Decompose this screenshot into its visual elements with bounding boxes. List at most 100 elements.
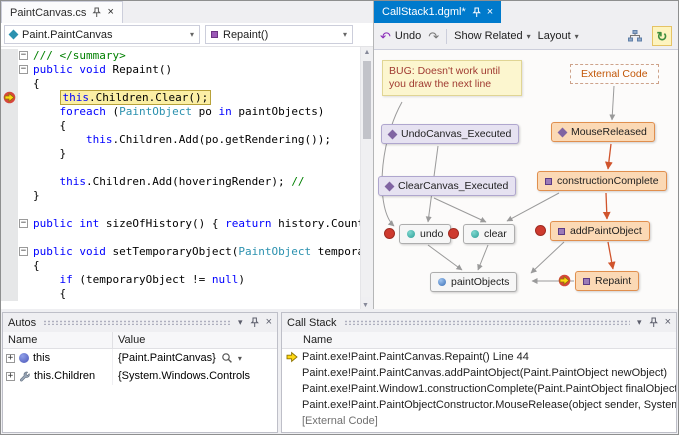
- dgml-canvas[interactable]: BUG: Doesn't work until you draw the nex…: [374, 50, 678, 309]
- code-line[interactable]: this.Children.Add(po.getRendering());: [1, 133, 360, 147]
- graph-node-MouseReleased[interactable]: MouseReleased: [551, 122, 655, 142]
- column-header-value[interactable]: Value: [113, 332, 277, 348]
- close-icon[interactable]: ×: [266, 317, 272, 328]
- code-line[interactable]: −/// </summary>: [1, 49, 360, 63]
- callstack-frame[interactable]: Paint.exe!Paint.Window1.constructionComp…: [282, 381, 676, 397]
- pin-icon[interactable]: [649, 317, 658, 328]
- breakpoint-margin[interactable]: [1, 161, 18, 175]
- breakpoint-margin[interactable]: [1, 189, 18, 203]
- code-line[interactable]: if (temporaryObject != null): [1, 273, 360, 287]
- tab-callstack-dgml[interactable]: CallStack1.dgml* ×: [374, 1, 501, 23]
- breakpoint-margin[interactable]: [1, 287, 18, 301]
- pin-icon[interactable]: [250, 317, 259, 328]
- frame-text: Paint.exe!Paint.Window1.constructionComp…: [302, 383, 676, 395]
- pin-icon[interactable]: [472, 7, 481, 18]
- code-line[interactable]: [1, 231, 360, 245]
- breakpoint-margin[interactable]: [1, 105, 18, 119]
- current-position-badge: [558, 274, 571, 287]
- callstack-frame[interactable]: [External Code]: [282, 413, 676, 429]
- code-line[interactable]: {: [1, 287, 360, 301]
- breakpoint-margin[interactable]: [1, 77, 18, 91]
- fold-margin[interactable]: −: [18, 245, 31, 259]
- collapse-region-icon[interactable]: −: [19, 65, 28, 74]
- breakpoint-margin[interactable]: [1, 273, 18, 287]
- code-line[interactable]: −public void setTemporaryObject(PaintObj…: [1, 245, 360, 259]
- sync-with-callstack-button[interactable]: ↻: [652, 26, 672, 46]
- window-position-icon[interactable]: ▾: [637, 318, 642, 327]
- fold-margin[interactable]: −: [18, 217, 31, 231]
- code-line[interactable]: −public int sizeOfHistory() { reaturn hi…: [1, 217, 360, 231]
- undo-button[interactable]: ↶ Undo: [380, 30, 421, 43]
- show-related-dropdown[interactable]: Show Related ▾: [454, 30, 531, 42]
- collapse-region-icon[interactable]: −: [19, 247, 28, 256]
- breakpoint-margin[interactable]: [1, 175, 18, 189]
- scroll-up-icon[interactable]: ▲: [361, 47, 373, 59]
- code-line[interactable]: [1, 203, 360, 217]
- tab-paintcanvas[interactable]: PaintCanvas.cs ×: [1, 1, 123, 23]
- collapse-region-icon[interactable]: −: [19, 219, 28, 228]
- breakpoint-margin[interactable]: [1, 119, 18, 133]
- redo-icon[interactable]: ↷: [428, 30, 439, 43]
- code-line[interactable]: }: [1, 189, 360, 203]
- fold-margin[interactable]: −: [18, 63, 31, 77]
- code-editor[interactable]: −/// </summary>−public void Repaint(){ t…: [1, 47, 373, 309]
- breakpoint-margin[interactable]: [1, 91, 18, 105]
- graph-node-paintObjects[interactable]: paintObjects: [430, 272, 517, 292]
- breakpoint-margin[interactable]: [1, 203, 18, 217]
- autos-row[interactable]: +this{Paint.PaintCanvas}▾: [3, 349, 277, 367]
- callstack-frame[interactable]: Paint.exe!Paint.PaintObjectConstructor.M…: [282, 397, 676, 413]
- member-dropdown[interactable]: Repaint() ▾: [205, 25, 353, 44]
- close-icon[interactable]: ×: [487, 7, 493, 18]
- code-line[interactable]: this.Children.Clear();: [1, 91, 360, 105]
- breakpoint-margin[interactable]: [1, 217, 18, 231]
- scroll-down-icon[interactable]: ▼: [361, 297, 373, 309]
- expand-icon[interactable]: +: [6, 354, 15, 363]
- breakpoint-margin[interactable]: [1, 147, 18, 161]
- code-line[interactable]: [1, 161, 360, 175]
- pin-icon[interactable]: [92, 7, 101, 18]
- fold-margin[interactable]: −: [18, 49, 31, 63]
- autos-row[interactable]: +this.Children{System.Windows.Controls: [3, 367, 277, 385]
- callstack-frame[interactable]: Paint.exe!Paint.PaintCanvas.Repaint() Li…: [282, 349, 676, 365]
- layout-dropdown[interactable]: Layout ▾: [538, 30, 579, 42]
- code-line[interactable]: {: [1, 77, 360, 91]
- callstack-frame[interactable]: Paint.exe!Paint.PaintCanvas.addPaintObje…: [282, 365, 676, 381]
- magnifier-icon[interactable]: [221, 352, 233, 364]
- close-icon[interactable]: ×: [665, 317, 671, 328]
- expand-icon[interactable]: +: [6, 372, 15, 381]
- autos-header[interactable]: Autos ▾ ×: [3, 313, 277, 332]
- breakpoint-margin[interactable]: [1, 49, 18, 63]
- type-dropdown[interactable]: Paint.PaintCanvas ▾: [4, 25, 200, 44]
- code-line[interactable]: −public void Repaint(): [1, 63, 360, 77]
- graph-node-undo[interactable]: undo: [399, 224, 451, 244]
- code-line[interactable]: foreach (PaintObject po in paintObjects): [1, 105, 360, 119]
- breakpoint-margin[interactable]: [1, 63, 18, 77]
- scrollbar-thumb[interactable]: [363, 61, 371, 139]
- close-icon[interactable]: ×: [107, 7, 113, 18]
- callstack-header[interactable]: Call Stack ▾ ×: [282, 313, 676, 332]
- drag-grip[interactable]: [43, 320, 231, 325]
- window-position-icon[interactable]: ▾: [238, 318, 243, 327]
- graph-node-UndoCanvas_Executed[interactable]: UndoCanvas_Executed: [381, 124, 519, 144]
- graph-node-Repaint[interactable]: Repaint: [575, 271, 639, 291]
- breakpoint-margin[interactable]: [1, 245, 18, 259]
- breakpoint-margin[interactable]: [1, 133, 18, 147]
- editor-vertical-scrollbar[interactable]: ▲ ▼: [360, 47, 373, 309]
- collapse-region-icon[interactable]: −: [19, 51, 28, 60]
- code-line[interactable]: {: [1, 259, 360, 273]
- code-line[interactable]: this.Children.Add(hoveringRender); //: [1, 175, 360, 189]
- top-region: PaintCanvas.cs × Paint.PaintCanvas ▾ Rep…: [1, 1, 678, 309]
- graph-node-clear[interactable]: clear: [463, 224, 515, 244]
- graph-node-constructionComplete[interactable]: constructionComplete: [537, 171, 667, 191]
- graph-node-ClearCanvas_Executed[interactable]: ClearCanvas_Executed: [378, 176, 516, 196]
- layout-tree-button[interactable]: [625, 26, 645, 46]
- code-line[interactable]: }: [1, 147, 360, 161]
- code-line[interactable]: {: [1, 119, 360, 133]
- drag-grip[interactable]: [344, 320, 631, 325]
- column-header-name[interactable]: Name: [3, 332, 113, 348]
- breakpoint-margin[interactable]: [1, 231, 18, 245]
- column-header-name[interactable]: Name: [282, 332, 676, 348]
- breakpoint-margin[interactable]: [1, 259, 18, 273]
- graph-node-addPaintObject[interactable]: addPaintObject: [550, 221, 650, 241]
- visualizer-dropdown-icon[interactable]: ▾: [238, 354, 242, 363]
